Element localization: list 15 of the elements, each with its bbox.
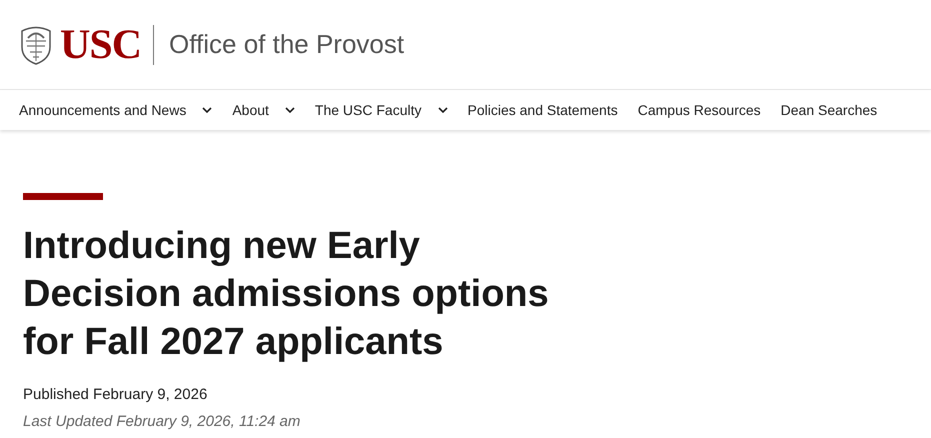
article-title: Introducing new Early Decision admissions options for Fall 2027 applicants <box>23 224 550 365</box>
site-title[interactable]: Office of the Provost <box>169 29 404 60</box>
nav-link[interactable]: The USC Faculty <box>314 102 422 118</box>
chevron-down-icon[interactable] <box>438 107 448 113</box>
nav-link[interactable]: Dean Searches <box>780 102 878 118</box>
nav-link[interactable]: About <box>232 102 269 118</box>
nav-link[interactable]: Policies and Statements <box>468 102 618 118</box>
seal-icon <box>19 24 53 64</box>
published-date: Published February 9, 2026 <box>23 386 208 403</box>
chevron-down-icon[interactable] <box>284 107 295 113</box>
last-updated-date: Last Updated February 9, 2026, 11:24 am <box>23 413 302 430</box>
chevron-down-icon[interactable] <box>202 107 212 113</box>
nav-link[interactable]: Campus Resources <box>638 102 761 118</box>
usc-logo[interactable]: USC <box>60 20 142 68</box>
nav-link[interactable]: Announcements and News <box>19 102 186 118</box>
